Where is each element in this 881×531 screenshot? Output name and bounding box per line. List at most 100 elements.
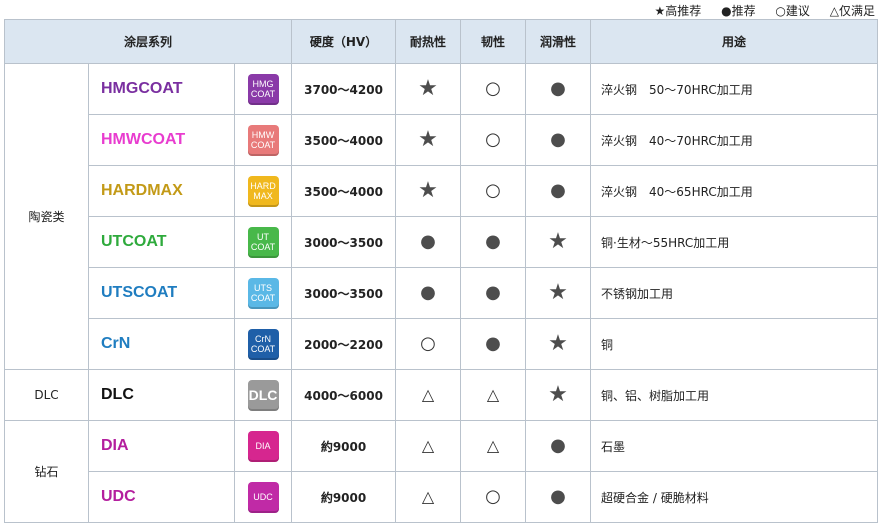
toughness-rating-cell: ●	[460, 216, 527, 268]
heat-rating-cell: ★	[395, 114, 462, 166]
coating-badge-cell: HMG COAT	[233, 63, 293, 115]
coating-name: HMGCOAT	[88, 63, 235, 115]
table-row: CrN CrN COAT 2000～2200 ○ ● ★ 铜	[5, 318, 879, 370]
toughness-rating-cell: ○	[460, 114, 527, 166]
toughness-rating: ○	[485, 129, 501, 150]
coating-logo-badge: CrN COAT	[247, 328, 279, 360]
hardness-value: 3700～4200	[291, 63, 397, 115]
toughness-rating-cell: △	[460, 420, 527, 472]
table-row: 陶瓷类 HMGCOAT HMG COAT 3700～4200 ★ ○ ● 淬火钢 50～70H…	[4, 63, 879, 370]
toughness-rating: ●	[485, 282, 501, 303]
coating-name: DLC	[88, 369, 235, 421]
coating-name: DIA	[88, 420, 235, 472]
coating-name: UTCOAT	[88, 216, 235, 268]
legend: ★高推荐 ●推荐 ○建议 △仅满足	[638, 2, 875, 19]
header-lubricity: 润滑性	[525, 19, 592, 64]
group-dlc: DLC	[4, 369, 89, 421]
lubricity-rating-cell: ●	[525, 165, 592, 217]
legend-item-satisfy: △仅满足	[829, 4, 875, 18]
coating-logo-badge: HMG COAT	[247, 73, 279, 105]
lubricity-rating-cell: ★	[525, 267, 592, 319]
heat-rating-cell: ●	[395, 267, 462, 319]
table-row: UDC UDC 約9000 △ ○ ● 超硬合金 / 硬脆材料	[5, 471, 879, 523]
coating-badge-cell: UTS COAT	[233, 267, 293, 319]
hardness-value: 3000～3500	[291, 216, 397, 268]
toughness-rating: ○	[485, 78, 501, 99]
coating-logo-badge: DLC	[247, 379, 279, 411]
coating-name: UDC	[88, 471, 235, 523]
heat-rating-cell: ○	[395, 318, 462, 370]
lubricity-rating: ★	[548, 331, 568, 356]
heat-rating: ●	[420, 282, 436, 303]
toughness-rating: ○	[485, 180, 501, 201]
coating-badge-cell: HARD MAX	[233, 165, 293, 217]
lubricity-rating-cell: ●	[525, 420, 592, 472]
lubricity-rating-cell: ●	[525, 471, 592, 523]
lubricity-rating-cell: ★	[525, 216, 592, 268]
use-text: 石墨	[590, 420, 879, 472]
heat-rating: ○	[420, 333, 436, 354]
lubricity-rating: ★	[548, 280, 568, 305]
lubricity-rating: ●	[550, 435, 566, 456]
legend-item-high: ★高推荐	[654, 4, 702, 18]
lubricity-rating: ●	[550, 129, 566, 150]
legend-item-recommend: ●推荐	[721, 4, 756, 18]
use-text: 铜	[590, 318, 879, 370]
legend-item-suggest: ○建议	[775, 4, 810, 18]
table-row: HARDMAX HARD MAX 3500～4000 ★ ○ ● 淬火钢 40～65HRC加…	[5, 165, 879, 217]
coating-logo-badge: UTS COAT	[247, 277, 279, 309]
lubricity-rating: ●	[550, 180, 566, 201]
use-text: 铜·生材～55HRC加工用	[590, 216, 879, 268]
heat-rating-cell: ★	[395, 165, 462, 217]
heat-rating: △	[421, 436, 435, 455]
group-ceramic: 陶瓷类	[4, 63, 89, 370]
toughness-rating: ○	[485, 486, 501, 507]
group-diamond: 钻石	[4, 420, 89, 523]
toughness-rating-cell: ●	[460, 318, 527, 370]
heat-rating-cell: △	[395, 471, 462, 523]
heat-rating-cell: △	[395, 420, 462, 472]
coating-name: UTSCOAT	[88, 267, 235, 319]
table-row: UTCOAT UT COAT 3000～3500 ● ● ★ 铜·生材～55HRC加工用	[5, 216, 879, 268]
toughness-rating-cell: ○	[460, 165, 527, 217]
coating-name: HARDMAX	[88, 165, 235, 217]
hardness-value: 3000～3500	[291, 267, 397, 319]
coating-badge-cell: DIA	[233, 420, 293, 472]
coating-name: HMWCOAT	[88, 114, 235, 166]
use-text: 淬火钢 40～65HRC加工用	[590, 165, 879, 217]
header-coating: 涂层系列	[3, 19, 293, 64]
coating-table: 涂层系列 硬度（HV） 耐热性 韧性 润滑性 用途 陶瓷类 HMGCOAT HMG …	[3, 19, 879, 523]
heat-rating: △	[421, 487, 435, 506]
lubricity-rating: ★	[548, 229, 568, 254]
heat-rating-cell: △	[395, 369, 462, 421]
heat-rating-cell: ●	[395, 216, 462, 268]
hardness-value: 約9000	[291, 420, 397, 472]
toughness-rating-cell: ●	[460, 267, 527, 319]
hardness-value: 2000～2200	[291, 318, 397, 370]
hardness-value: 4000～6000	[291, 369, 397, 421]
lubricity-rating-cell: ●	[525, 114, 592, 166]
header-use: 用途	[590, 19, 879, 64]
header-heat: 耐热性	[395, 19, 462, 64]
toughness-rating: ●	[485, 231, 501, 252]
table-row: 钻石 DIA DIA 約9000 △ △ ● 石墨	[4, 420, 879, 523]
table-row: UTSCOAT UTS COAT 3000～3500 ● ● ★ 不锈钢加工用	[5, 267, 879, 319]
use-text: 超硬合金 / 硬脆材料	[590, 471, 879, 523]
hardness-value: 3500～4000	[291, 165, 397, 217]
toughness-rating: △	[486, 436, 500, 455]
use-text: 淬火钢 40～70HRC加工用	[590, 114, 879, 166]
toughness-rating-cell: ○	[460, 471, 527, 523]
hardness-value: 3500～4000	[291, 114, 397, 166]
lubricity-rating: ●	[550, 486, 566, 507]
coating-logo-badge: UDC	[247, 481, 279, 513]
toughness-rating-cell: △	[460, 369, 527, 421]
coating-badge-cell: DLC	[233, 369, 293, 421]
hardness-value: 約9000	[291, 471, 397, 523]
heat-rating: ★	[418, 178, 438, 203]
header-hardness: 硬度（HV）	[291, 19, 397, 64]
coating-badge-cell: UDC	[233, 471, 293, 523]
coating-logo-badge: HARD MAX	[247, 175, 279, 207]
lubricity-rating: ●	[550, 78, 566, 99]
table-row: DLC DLC DLC 4000～6000 △ △ ★ 铜、铝、树脂加工用	[4, 369, 879, 421]
use-text: 铜、铝、树脂加工用	[590, 369, 879, 421]
